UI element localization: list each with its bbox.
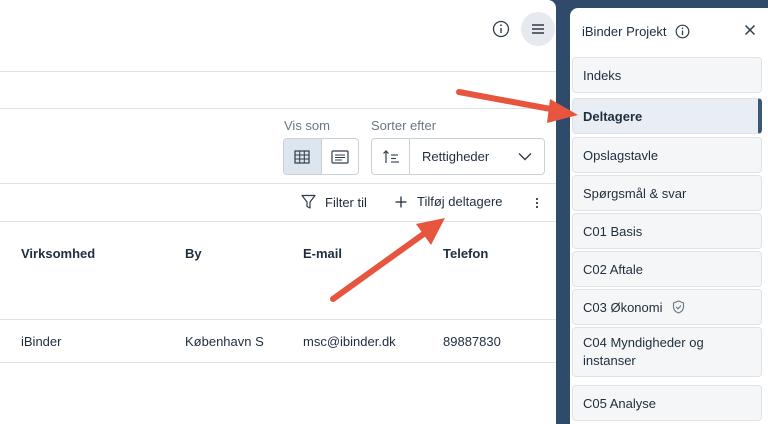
- table-cell-email[interactable]: msc@ibinder.dk: [303, 334, 396, 349]
- side-panel-header: iBinder Projekt: [570, 8, 768, 54]
- shield-check-icon: [673, 300, 685, 314]
- view-table-button[interactable]: [284, 139, 321, 174]
- side-item-opslagstavle[interactable]: Opslagstavle: [572, 137, 762, 173]
- side-item-label: Opslagstavle: [583, 147, 659, 163]
- sub-header-band: [0, 72, 556, 109]
- sort-control: Rettigheder: [371, 138, 545, 175]
- more-options-button[interactable]: [530, 194, 544, 212]
- table-row-divider: [0, 319, 556, 320]
- table-grid-icon: [294, 149, 311, 164]
- table-cell-phone[interactable]: 89887830: [443, 334, 501, 349]
- side-item-label: Spørgsmål & svar: [583, 185, 687, 201]
- view-toggle: [283, 138, 359, 175]
- column-header-email[interactable]: E-mail: [303, 246, 342, 261]
- main-panel: Vis som Sorter efter Rettigheder Filter …: [0, 0, 556, 424]
- filter-button-label: Filter til: [325, 194, 367, 210]
- info-circle-icon[interactable]: [675, 24, 690, 39]
- sort-ascending-icon: [382, 149, 399, 163]
- side-panel-title: iBinder Projekt: [582, 23, 667, 39]
- view-list-button[interactable]: [320, 139, 358, 174]
- side-item-label: C01 Basis: [583, 223, 643, 239]
- hamburger-menu-icon: [532, 24, 544, 34]
- close-icon: [744, 24, 756, 36]
- column-header-city[interactable]: By: [185, 246, 202, 261]
- sort-label: Sorter efter: [371, 118, 437, 133]
- menu-button[interactable]: [521, 12, 555, 46]
- side-item-c05-analyse[interactable]: C05 Analyse: [572, 385, 762, 421]
- side-item-label: Deltagere: [583, 108, 643, 124]
- side-item-spoergsmaal-svar[interactable]: Spørgsmål & svar: [572, 175, 762, 211]
- table-cell-company[interactable]: iBinder: [21, 334, 61, 349]
- filter-button[interactable]: Filter til: [301, 194, 367, 210]
- side-panel-close-button[interactable]: [742, 22, 758, 38]
- plus-icon: [395, 196, 407, 207]
- side-item-label: Indeks: [583, 67, 622, 83]
- info-button[interactable]: [484, 12, 518, 46]
- sort-direction-button[interactable]: [372, 139, 410, 174]
- table-cell-city[interactable]: København S: [185, 334, 264, 349]
- column-header-company[interactable]: Virksomhed: [21, 246, 95, 261]
- list-card-icon: [331, 149, 349, 164]
- side-item-label: C04 Myndigheder og instanser: [583, 335, 704, 368]
- side-item-label: C05 Analyse: [583, 395, 656, 411]
- chevron-down-icon: [518, 153, 532, 161]
- side-item-c03-oekonomi[interactable]: C03 Økonomi: [572, 289, 762, 325]
- table-row-divider: [0, 362, 556, 363]
- side-item-c04-myndigheder[interactable]: C04 Myndigheder og instanser: [572, 327, 762, 377]
- column-header-phone[interactable]: Telefon: [443, 246, 488, 261]
- side-item-c02-aftale[interactable]: C02 Aftale: [572, 251, 762, 287]
- project-side-panel: iBinder Projekt Indeks Deltagere Opslags…: [570, 8, 768, 424]
- kebab-menu-icon: [535, 197, 539, 209]
- side-item-indeks[interactable]: Indeks: [572, 57, 762, 93]
- side-item-c01-basis[interactable]: C01 Basis: [572, 213, 762, 249]
- filter-funnel-icon: [301, 194, 316, 209]
- view-label: Vis som: [284, 118, 330, 133]
- sort-select-value: Rettigheder: [422, 149, 490, 164]
- sort-select[interactable]: Rettigheder: [410, 139, 544, 174]
- top-bar: [0, 0, 556, 72]
- side-item-label: C03 Økonomi: [583, 299, 663, 315]
- side-item-deltagere[interactable]: Deltagere: [572, 98, 762, 134]
- info-circle-icon: [492, 20, 510, 38]
- add-participants-button[interactable]: Tilføj deltagere: [394, 194, 503, 209]
- side-item-label: C02 Aftale: [583, 261, 643, 277]
- add-participants-label: Tilføj deltagere: [417, 194, 503, 209]
